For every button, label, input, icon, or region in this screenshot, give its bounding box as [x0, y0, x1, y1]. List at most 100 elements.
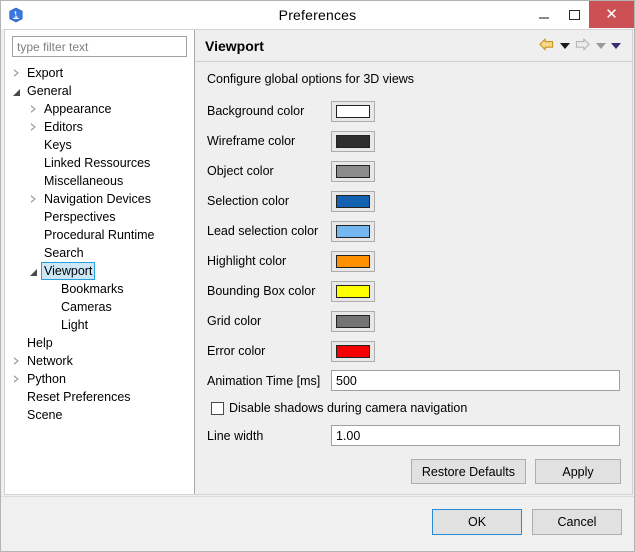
collapse-arrow-icon[interactable] — [26, 262, 41, 280]
tree-item-light[interactable]: Light — [5, 316, 194, 334]
expand-arrow-icon[interactable] — [9, 352, 24, 370]
chevron-down-icon — [559, 42, 570, 49]
preferences-dialog: Preferences ✕ Export General Appearance Edi… — [0, 0, 635, 552]
color-swatch-button[interactable] — [331, 160, 375, 182]
chevron-right-icon — [31, 105, 36, 113]
forward-button — [573, 36, 592, 55]
ok-button[interactable]: OK — [432, 509, 522, 535]
color-swatch-button[interactable] — [331, 250, 375, 272]
tree-item-python[interactable]: Python — [5, 370, 194, 388]
color-row-label: Object color — [207, 164, 274, 178]
tree-item-navigation-devices[interactable]: Navigation Devices — [5, 190, 194, 208]
color-swatch-button[interactable] — [331, 220, 375, 242]
tree-item-search[interactable]: Search — [5, 244, 194, 262]
tree-item-editors[interactable]: Editors — [5, 118, 194, 136]
back-button[interactable] — [537, 36, 556, 55]
color-row-label: Error color — [207, 344, 266, 358]
tree-item-label: Reset Preferences — [27, 390, 131, 404]
tree-item-perspectives[interactable]: Perspectives — [5, 208, 194, 226]
tree-item-scene[interactable]: Scene — [5, 406, 194, 424]
preferences-tree: Export General Appearance Editors Keys Linked… — [5, 64, 194, 424]
tree-item-bookmarks[interactable]: Bookmarks — [5, 280, 194, 298]
history-menu-button[interactable] — [609, 36, 622, 55]
color-row: Wireframe color — [207, 126, 620, 156]
tree-item-label: Procedural Runtime — [44, 228, 155, 242]
color-row-label: Background color — [207, 104, 305, 118]
tree-item-keys[interactable]: Keys — [5, 136, 194, 154]
color-swatch — [336, 284, 370, 298]
color-swatch-button[interactable] — [331, 280, 375, 302]
color-row-label: Lead selection color — [207, 224, 319, 238]
tree-item-viewport[interactable]: Viewport — [5, 262, 194, 280]
apply-button[interactable]: Apply — [535, 459, 621, 484]
dialog-body: Export General Appearance Editors Keys Linked… — [4, 29, 633, 495]
line-width-input[interactable] — [331, 425, 620, 446]
back-arrow-icon — [539, 37, 554, 54]
color-swatch-button[interactable] — [331, 310, 375, 332]
color-row: Bounding Box color — [207, 276, 620, 306]
tree-item-label: Light — [61, 318, 89, 332]
page-description: Configure global options for 3D views — [207, 72, 415, 86]
tree-item-appearance[interactable]: Appearance — [5, 100, 194, 118]
color-swatch — [336, 104, 370, 118]
tree-item-reset-preferences[interactable]: Reset Preferences — [5, 388, 194, 406]
tree-item-miscellaneous[interactable]: Miscellaneous — [5, 172, 194, 190]
tree-item-network[interactable]: Network — [5, 352, 194, 370]
dialog-footer: OK Cancel — [1, 496, 634, 551]
color-swatch-button[interactable] — [331, 340, 375, 362]
viewport-settings-pane: Viewport Configure global options for 3D… — [195, 30, 632, 494]
tree-item-help[interactable]: Help — [5, 334, 194, 352]
color-row-label: Selection color — [207, 194, 289, 208]
expand-arrow-icon[interactable] — [26, 118, 41, 136]
chevron-down-icon — [610, 42, 621, 49]
color-swatch — [336, 134, 370, 148]
tree-item-general[interactable]: General — [5, 82, 194, 100]
color-row: Error color — [207, 336, 620, 366]
animation-time-input[interactable] — [331, 370, 620, 391]
tree-item-label: Network — [27, 354, 73, 368]
tree-item-label: Editors — [44, 120, 83, 134]
app-logo-icon — [8, 7, 24, 23]
color-row: Object color — [207, 156, 620, 186]
color-row: Selection color — [207, 186, 620, 216]
window-controls: ✕ — [529, 1, 634, 28]
tree-item-linked-ressources[interactable]: Linked Ressources — [5, 154, 194, 172]
expand-arrow-icon[interactable] — [26, 190, 41, 208]
expand-arrow-icon[interactable] — [26, 100, 41, 118]
close-button[interactable]: ✕ — [589, 1, 634, 28]
color-swatch-button[interactable] — [331, 190, 375, 212]
maximize-button[interactable] — [559, 1, 589, 28]
collapse-arrow-icon[interactable] — [9, 82, 24, 100]
color-swatch — [336, 314, 370, 328]
tree-item-label: Scene — [27, 408, 63, 422]
disable-shadows-checkbox[interactable] — [211, 401, 224, 415]
color-swatch — [336, 344, 370, 358]
color-swatch-button[interactable] — [331, 100, 375, 122]
footer-buttons: OK Cancel — [432, 509, 622, 535]
tree-item-export[interactable]: Export — [5, 64, 194, 82]
tree-item-procedural-runtime[interactable]: Procedural Runtime — [5, 226, 194, 244]
tree-item-cameras[interactable]: Cameras — [5, 298, 194, 316]
disable-shadows-row[interactable]: Disable shadows during camera navigation — [207, 395, 620, 421]
back-history-dropdown[interactable] — [558, 36, 571, 55]
color-swatch — [336, 224, 370, 238]
chevron-right-icon — [14, 357, 19, 365]
minimize-button[interactable] — [529, 1, 559, 28]
cancel-button[interactable]: Cancel — [532, 509, 622, 535]
filter-input[interactable] — [12, 36, 187, 57]
restore-defaults-button[interactable]: Restore Defaults — [410, 459, 526, 484]
color-swatch-button[interactable] — [331, 130, 375, 152]
apply-bar: Restore Defaults Apply — [410, 459, 621, 484]
expand-arrow-icon[interactable] — [9, 64, 24, 82]
minimize-icon — [539, 17, 549, 19]
color-swatch — [336, 254, 370, 268]
expand-arrow-icon[interactable] — [9, 370, 24, 388]
page-title: Viewport — [205, 37, 264, 54]
